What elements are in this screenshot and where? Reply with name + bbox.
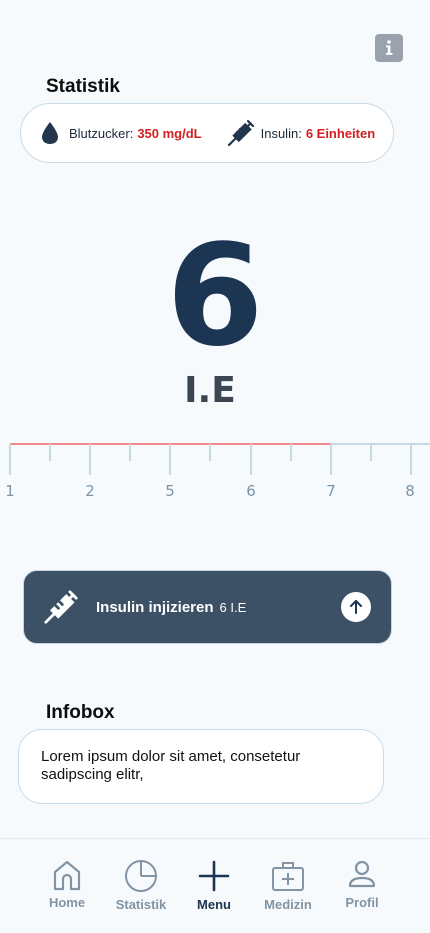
arrow-up-icon: [350, 600, 362, 614]
nav-label: Statistik: [115, 897, 167, 912]
nav-label: Profil: [345, 895, 379, 910]
insulin-label: Insulin:: [260, 125, 302, 141]
nav-item-menu[interactable]: Menu: [179, 859, 249, 912]
dose-value: 6: [166, 215, 264, 378]
inject-label: Insulin injizieren: [96, 598, 214, 616]
insulin-stat: Insulin: 6 Einheiten: [226, 118, 376, 148]
plus-icon: [198, 860, 230, 892]
nav-label: Home: [48, 895, 86, 910]
infobox: Lorem ipsum dolor sit amet, consetetur s…: [18, 729, 384, 804]
profile-icon: [348, 860, 376, 888]
blood-drop-icon: [42, 122, 58, 144]
ruler-label: 7: [326, 482, 336, 500]
syringe-icon: [44, 590, 78, 624]
insulin-value: 6 Einheiten: [305, 125, 376, 141]
nav-label: Menu: [197, 897, 231, 912]
blood-sugar-label: Blutzucker:: [69, 125, 134, 141]
pie-chart-icon: [125, 860, 157, 892]
stats-title: Statistik: [46, 76, 120, 97]
ruler-label: 8: [405, 482, 415, 500]
blood-sugar-stat: Blutzucker: 350 mg/dL: [41, 121, 202, 145]
info-button[interactable]: [375, 34, 403, 62]
ruler-label: 5: [165, 482, 175, 500]
nav-item-profil[interactable]: Profil: [327, 859, 397, 910]
ruler-label: 2: [85, 482, 95, 500]
stats-card: Blutzucker: 350 mg/dL Insulin: 6 Einheit…: [20, 103, 394, 163]
infobox-text: Lorem ipsum dolor sit amet, consetetur s…: [41, 748, 301, 783]
nav-label: Medizin: [264, 897, 312, 912]
nav-item-medizin[interactable]: Medizin: [253, 859, 323, 912]
ruler-label: 1: [5, 482, 15, 500]
ruler-ticks: [9, 443, 430, 475]
inject-insulin-button[interactable]: Insulin injizieren 6 I.E: [23, 570, 392, 644]
dose-unit: I.E: [184, 370, 236, 411]
nav-item-statistik[interactable]: Statistik: [106, 859, 176, 912]
arrow-up-button[interactable]: [341, 592, 371, 622]
inject-dose: 6 I.E: [219, 599, 247, 615]
infobox-title: Infobox: [46, 702, 115, 723]
blood-sugar-value: 350 mg/dL: [137, 125, 202, 141]
ruler-label: 6: [246, 482, 256, 500]
bottom-nav: Home Statistik Menu Medizin Profil: [0, 838, 430, 933]
info-icon: [386, 40, 393, 55]
medical-case-icon: [272, 862, 304, 891]
dose-ruler-slider[interactable]: 1 2 5 6 7 8: [0, 430, 430, 510]
home-icon: [53, 860, 81, 891]
nav-item-home[interactable]: Home: [32, 859, 102, 910]
syringe-icon: [227, 119, 254, 147]
